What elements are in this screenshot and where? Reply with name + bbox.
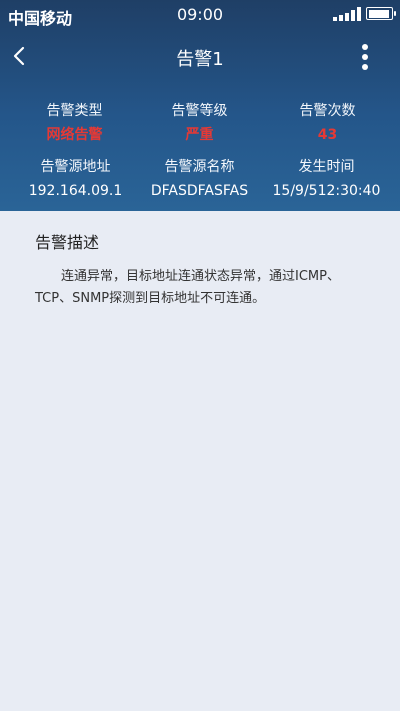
- more-vertical-icon: [362, 44, 368, 70]
- info-label: 告警等级: [171, 103, 228, 119]
- signal-bars-icon: [333, 7, 361, 21]
- info-label: 告警源名称: [164, 159, 235, 175]
- more-button[interactable]: [354, 42, 376, 72]
- info-row-2: 告警源地址 192.164.09.1 告警源名称 DFASDFASFAS 发生时…: [0, 158, 400, 202]
- info-cell-occurrence-time: 发生时间 15/9/512:30:40: [260, 158, 393, 200]
- info-row-1: 告警类型 网络告警 告警等级 严重 告警次数 43: [0, 102, 400, 146]
- info-cell-alarm-level: 告警等级 严重: [133, 102, 266, 144]
- info-label: 告警类型: [46, 103, 103, 119]
- status-bar: 中国移动 09:00: [0, 0, 400, 30]
- info-label: 告警源地址: [40, 159, 111, 175]
- info-value: DFASDFASFAS: [150, 183, 249, 199]
- battery-icon: [366, 7, 396, 20]
- alarm-header: 中国移动 09:00 告警1 告警类型 网络告警 告警等级 严重 告警次数 43…: [0, 0, 400, 211]
- info-cell-source-name: 告警源名称 DFASDFASFAS: [133, 158, 266, 200]
- info-cell-alarm-count: 告警次数 43: [261, 102, 394, 144]
- info-value: 网络告警: [46, 127, 103, 143]
- info-label: 发生时间: [298, 159, 355, 175]
- info-value: 43: [317, 127, 338, 143]
- description-title: 告警描述: [35, 233, 100, 252]
- nav-bar: 告警1: [0, 36, 400, 76]
- info-value: 192.164.09.1: [28, 183, 123, 199]
- info-value: 15/9/512:30:40: [272, 183, 381, 199]
- info-cell-source-address: 告警源地址 192.164.09.1: [9, 158, 142, 200]
- alarm-description: 告警描述 连通异常，目标地址连通状态异常，通过ICMP、TCP、SNMP探测到目…: [35, 233, 375, 310]
- description-text: 连通异常，目标地址连通状态异常，通过ICMP、TCP、SNMP探测到目标地址不可…: [35, 269, 340, 306]
- info-label: 告警次数: [299, 103, 356, 119]
- info-cell-alarm-type: 告警类型 网络告警: [8, 102, 141, 144]
- page-title: 告警1: [176, 49, 224, 70]
- info-value: 严重: [185, 127, 214, 143]
